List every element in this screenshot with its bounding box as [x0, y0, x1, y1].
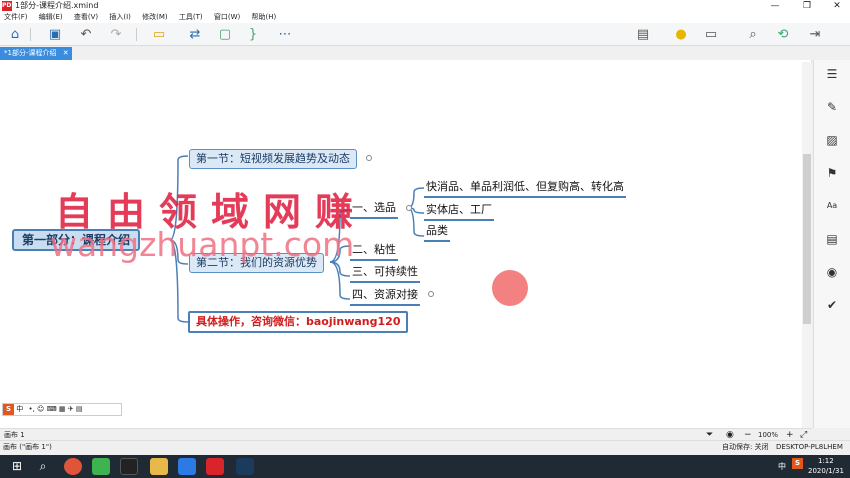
subtopic-resources[interactable]: 四、资源对接: [350, 286, 420, 306]
computer-name: DESKTOP-PL8LHEM: [776, 443, 843, 451]
menu-bar: 文件(F) 编辑(E) 查看(V) 插入(I) 修改(M) 工具(T) 窗口(W…: [0, 12, 850, 23]
task-icon[interactable]: ✔: [824, 297, 840, 313]
topic-contact[interactable]: 具体操作，咨询微信：baojinwang120: [188, 311, 409, 333]
leaf-fmcg[interactable]: 快消品、单品利润低、但复购高、转化高: [424, 178, 626, 198]
autosave-status: 自动保存: 关闭: [722, 443, 769, 451]
export-icon[interactable]: ⇥: [806, 26, 824, 43]
app-blue-icon[interactable]: [178, 458, 196, 475]
cursor-highlight: [492, 270, 528, 306]
status-canvas: 画布 ("画布 1"): [3, 443, 52, 451]
undo-icon[interactable]: ↶: [77, 26, 95, 43]
status-bar: 画布 ("画布 1") 自动保存: 关闭 DESKTOP-PL8LHEM: [0, 440, 850, 453]
scrollbar-thumb[interactable]: [803, 154, 811, 324]
menu-insert[interactable]: 插入(I): [109, 13, 131, 21]
redo-icon[interactable]: ↷: [107, 26, 125, 43]
ime-toolbar[interactable]: S 中 •, ☺ ⌨ ▦ ✈ ▤: [2, 403, 122, 416]
notes-icon[interactable]: ▤: [824, 231, 840, 247]
app-icon: PDF: [2, 1, 16, 11]
toolbar-divider: [30, 28, 31, 41]
ime-mode[interactable]: 中: [16, 405, 23, 413]
leaf-category[interactable]: 品类: [424, 222, 450, 242]
menu-edit[interactable]: 编辑(E): [39, 13, 63, 21]
home-icon[interactable]: ⌂: [6, 26, 24, 43]
marker-icon[interactable]: ⚑: [824, 165, 840, 181]
collapse-icon[interactable]: [428, 291, 434, 297]
boundary-icon[interactable]: ▢: [216, 26, 234, 43]
close-tab-icon[interactable]: ✕: [63, 49, 69, 57]
sheet-tab[interactable]: 画布 1: [4, 431, 25, 439]
outline-icon[interactable]: ▭: [702, 26, 720, 43]
image-icon[interactable]: ▨: [824, 132, 840, 148]
subtopic-stickiness[interactable]: 二、粘性: [350, 241, 398, 261]
toolbar-divider: [136, 28, 137, 41]
collapse-icon[interactable]: [406, 205, 412, 211]
recorder-icon[interactable]: [236, 458, 254, 475]
maximize-button[interactable]: ❐: [792, 0, 822, 12]
taskbar: ⊞ ⌕ 中 S 1:12 2020/1/31: [0, 455, 850, 478]
input-language[interactable]: 中: [778, 461, 786, 472]
xmind-icon[interactable]: [206, 458, 224, 475]
tab-current-file[interactable]: *1部分-课程介绍 ✕: [0, 47, 72, 60]
subtopic-sustainability[interactable]: 三、可持续性: [350, 263, 420, 283]
clock-time[interactable]: 1:12: [818, 457, 834, 465]
qq-icon[interactable]: [120, 458, 138, 475]
close-button[interactable]: ✕: [822, 0, 850, 12]
folder-icon[interactable]: [150, 458, 168, 475]
clock-date[interactable]: 2020/1/31: [808, 467, 844, 475]
menu-window[interactable]: 窗口(W): [214, 13, 240, 21]
relationship-icon[interactable]: ⇄: [186, 26, 204, 43]
menu-file[interactable]: 文件(F): [4, 13, 28, 21]
menu-modify[interactable]: 修改(M): [142, 13, 168, 21]
sogou-icon[interactable]: S: [3, 404, 14, 415]
title-bar: PDF 1部分-课程介绍.xmind — ❐ ✕: [0, 0, 850, 12]
idea-icon[interactable]: ●: [672, 26, 690, 43]
format-icon[interactable]: ☰: [824, 66, 840, 82]
wechat-icon[interactable]: [92, 458, 110, 475]
share-icon[interactable]: ⟲: [774, 26, 792, 43]
chrome-icon[interactable]: [64, 458, 82, 475]
watermark-url: wangzhuanpt.com: [50, 225, 355, 264]
menu-tools[interactable]: 工具(T): [179, 13, 203, 21]
text-icon[interactable]: Aa: [824, 198, 840, 214]
presentation-icon[interactable]: ▤: [634, 26, 652, 43]
more-icon[interactable]: ⋯: [276, 26, 294, 43]
ime-tool-icons[interactable]: •, ☺ ⌨ ▦ ✈ ▤: [28, 405, 82, 413]
tab-bar: [0, 46, 850, 60]
tab-label: *1部分-课程介绍: [4, 49, 57, 57]
collapse-icon[interactable]: [366, 155, 372, 161]
sogou-tray-icon[interactable]: S: [792, 458, 803, 469]
leaf-stores[interactable]: 实体店、工厂: [424, 201, 494, 221]
search-icon[interactable]: ⌕: [744, 26, 762, 43]
window-title: 1部分-课程介绍.xmind: [15, 1, 99, 10]
search-icon[interactable]: ⌕: [34, 458, 52, 475]
topic-section-one[interactable]: 第一节：短视频发展趋势及动态: [189, 149, 357, 169]
comment-icon[interactable]: ◉: [824, 264, 840, 280]
save-icon[interactable]: ▣: [46, 26, 64, 43]
menu-help[interactable]: 帮助(H): [251, 13, 276, 21]
windows-start-icon[interactable]: ⊞: [8, 458, 26, 475]
menu-view[interactable]: 查看(V): [74, 13, 98, 21]
topic-icon[interactable]: ▭: [150, 26, 168, 43]
minimize-button[interactable]: —: [760, 0, 790, 12]
sheet-bar: 画布 1 ⏷ ◉ − 100% + ⤢: [0, 428, 812, 440]
style-icon[interactable]: ✎: [824, 99, 840, 115]
toolbar: ⌂ ▣ ↶ ↷ ▭ ⇄ ▢ } ⋯ ▤ ● ▭ ⌕ ⟲ ⇥: [0, 23, 850, 46]
summary-icon[interactable]: }: [244, 26, 262, 43]
